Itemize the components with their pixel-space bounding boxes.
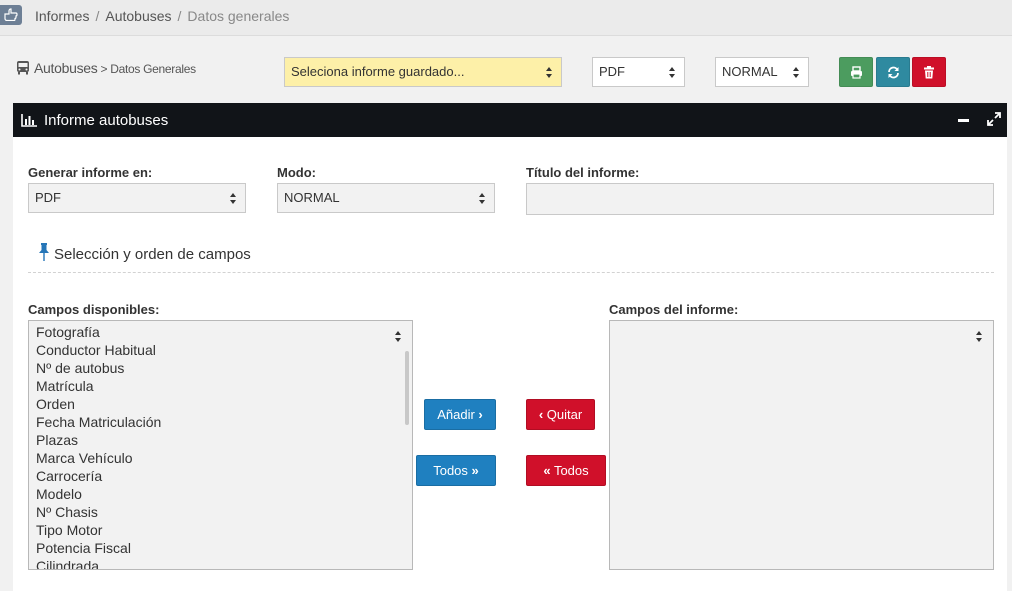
report-title-input[interactable] xyxy=(526,183,994,215)
breadcrumb-current: Datos generales xyxy=(187,8,290,24)
list-item[interactable]: Cilindrada xyxy=(36,557,412,569)
header-format-value: PDF xyxy=(599,64,625,79)
refresh-button[interactable] xyxy=(876,57,910,87)
remove-all-button[interactable]: « Todos xyxy=(526,455,606,486)
add-field-label: Añadir xyxy=(437,407,475,422)
select-arrows-icon xyxy=(230,193,237,204)
remove-all-label: Todos xyxy=(553,463,589,478)
double-chevron-right-icon: » xyxy=(471,463,479,478)
select-arrows-icon xyxy=(395,331,402,342)
breadcrumb: Informes / Autobuses / Datos generales xyxy=(35,8,290,24)
list-item[interactable]: Nº Chasis xyxy=(36,503,412,521)
list-item[interactable]: Matrícula xyxy=(36,377,412,395)
trash-icon xyxy=(924,66,934,79)
header-mode-select[interactable]: NORMAL xyxy=(715,57,809,87)
list-item[interactable]: Carrocería xyxy=(36,467,412,485)
panel-title: Informe autobuses xyxy=(44,112,169,129)
saved-report-select-value: Seleciona informe guardado... xyxy=(291,64,465,79)
remove-field-label: Quitar xyxy=(546,407,583,422)
chevron-right-icon: › xyxy=(478,407,483,422)
double-chevron-left-icon: « xyxy=(543,463,551,478)
mode-label: Modo: xyxy=(277,165,316,180)
list-item[interactable]: Modelo xyxy=(36,485,412,503)
section-title: Selección y orden de campos xyxy=(38,243,251,263)
saved-report-select[interactable]: Seleciona informe guardado... xyxy=(284,57,562,87)
available-fields-label: Campos disponibles: xyxy=(28,302,160,317)
select-arrows-icon xyxy=(669,67,676,78)
minimize-icon[interactable] xyxy=(958,119,969,122)
header-format-select[interactable]: PDF xyxy=(592,57,685,87)
list-item[interactable]: Plazas xyxy=(36,431,412,449)
bar-chart-icon xyxy=(21,114,37,127)
panel-header: Informe autobuses xyxy=(13,103,1007,137)
breadcrumb-bar: Informes / Autobuses / Datos generales xyxy=(0,0,1012,36)
print-button[interactable] xyxy=(839,57,873,87)
list-item[interactable]: Potencia Fiscal xyxy=(36,539,412,557)
list-item[interactable]: Marca Vehículo xyxy=(36,449,412,467)
title-main: Autobuses xyxy=(34,60,98,76)
mode-select-value: NORMAL xyxy=(284,190,340,205)
list-item[interactable]: Tipo Motor xyxy=(36,521,412,539)
bus-icon xyxy=(17,61,29,75)
list-item[interactable]: Fotografía xyxy=(36,323,412,341)
section-title-text: Selección y orden de campos xyxy=(54,246,251,263)
breadcrumb-informes[interactable]: Informes xyxy=(35,8,89,24)
add-all-label: Todos xyxy=(433,463,468,478)
format-select-value: PDF xyxy=(35,190,61,205)
breadcrumb-autobuses[interactable]: Autobuses xyxy=(105,8,171,24)
delete-button[interactable] xyxy=(912,57,946,87)
format-label: Generar informe en: xyxy=(28,165,153,180)
list-item[interactable]: Orden xyxy=(36,395,412,413)
pin-icon xyxy=(39,243,49,261)
report-title-label: Título del informe: xyxy=(526,165,640,180)
select-arrows-icon xyxy=(546,67,553,78)
report-fields-label: Campos del informe: xyxy=(609,302,739,317)
list-item[interactable]: Nº de autobus xyxy=(36,359,412,377)
list-item[interactable]: Fecha Matriculación xyxy=(36,413,412,431)
select-arrows-icon xyxy=(479,193,486,204)
print-icon xyxy=(851,66,862,79)
report-fields-list[interactable] xyxy=(609,320,994,570)
title-sub: Datos Generales xyxy=(110,62,196,76)
scrollbar-thumb[interactable] xyxy=(405,351,409,425)
chevron-left-icon: ‹ xyxy=(538,407,544,422)
add-all-button[interactable]: Todos » xyxy=(416,455,496,486)
select-arrows-icon xyxy=(976,331,983,342)
format-select[interactable]: PDF xyxy=(28,183,246,213)
refresh-icon xyxy=(888,66,899,79)
remove-field-button[interactable]: ‹ Quitar xyxy=(526,399,595,430)
select-arrows-icon xyxy=(793,67,800,78)
list-item[interactable]: Conductor Habitual xyxy=(36,341,412,359)
expand-icon[interactable] xyxy=(987,112,1001,126)
header-mode-value: NORMAL xyxy=(722,64,778,79)
mode-select[interactable]: NORMAL xyxy=(277,183,495,213)
available-fields-list[interactable]: Fotografía Conductor Habitual Nº de autobu… xyxy=(28,320,413,570)
add-field-button[interactable]: Añadir › xyxy=(424,399,496,430)
hand-pointer-icon[interactable] xyxy=(0,5,22,25)
section-divider xyxy=(28,272,994,273)
page-title: Autobuses > Datos Generales xyxy=(16,60,196,76)
